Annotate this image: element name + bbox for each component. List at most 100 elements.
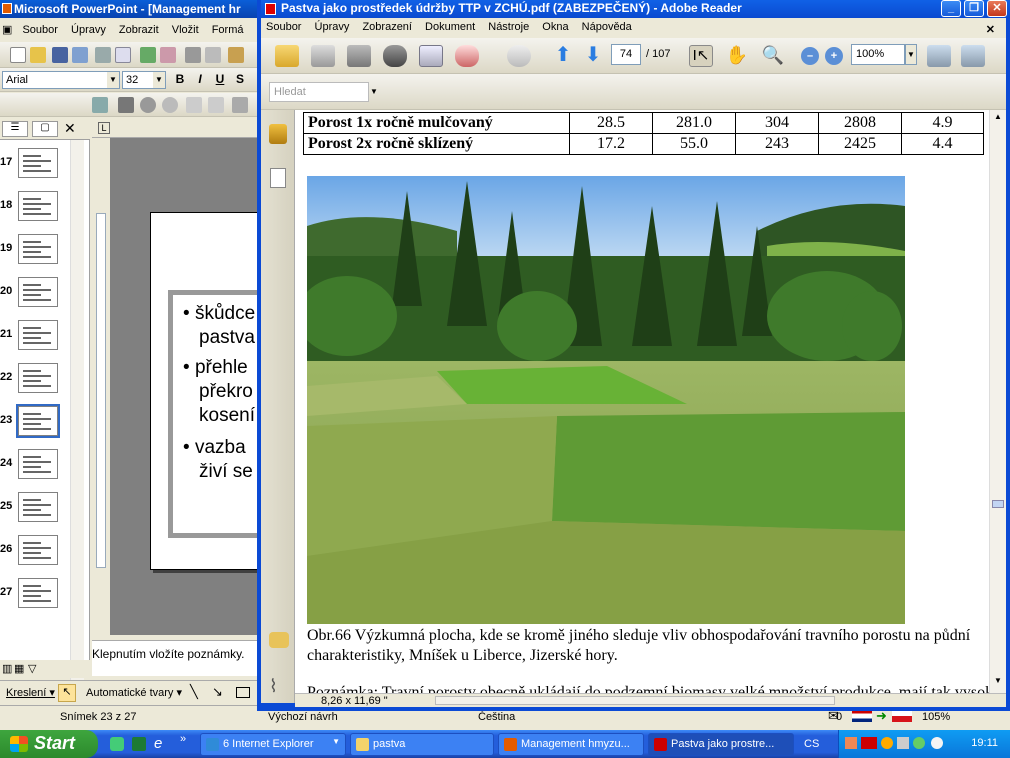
print-icon[interactable] bbox=[311, 45, 335, 67]
hand-tool-icon[interactable]: ✋ bbox=[725, 45, 749, 67]
chevron-down-icon[interactable]: ▼ bbox=[370, 82, 380, 102]
outline-tab[interactable]: ☰ bbox=[2, 121, 28, 137]
notes-pane[interactable]: Klepnutím vložíte poznámky. bbox=[92, 640, 262, 676]
bold-button[interactable]: B bbox=[172, 72, 188, 88]
attach-icon[interactable] bbox=[507, 45, 531, 67]
open-folder-icon[interactable] bbox=[30, 47, 46, 63]
rectangle-icon[interactable] bbox=[236, 687, 250, 698]
spelling-icon[interactable] bbox=[140, 47, 156, 63]
slide-thumbnail[interactable]: 20 bbox=[0, 277, 78, 317]
brightness-icon[interactable] bbox=[162, 97, 178, 113]
print-icon[interactable] bbox=[95, 47, 111, 63]
pdf-document-view[interactable]: Porost 1x ročně mulčovaný 28.5 281.0 304… bbox=[295, 110, 989, 693]
quicklaunch-more-icon[interactable]: » bbox=[180, 733, 186, 745]
close-icon[interactable]: ✕ bbox=[981, 20, 1000, 36]
task-internet-explorer[interactable]: 6 Internet Explorer ▼ bbox=[200, 733, 346, 756]
zoom-select[interactable]: 100% bbox=[851, 44, 905, 65]
autoshapes-menu[interactable]: Automatické tvary ▾ bbox=[86, 686, 182, 699]
close-button[interactable]: ✕ bbox=[987, 0, 1007, 17]
ppt-menu-view[interactable]: Zobrazit bbox=[114, 20, 164, 36]
clock[interactable]: 19:11 bbox=[971, 737, 998, 749]
rotate-icon[interactable] bbox=[186, 97, 202, 113]
ppt-menu-file[interactable]: Soubor bbox=[17, 20, 62, 36]
cut-icon[interactable] bbox=[185, 47, 201, 63]
font-size-select[interactable]: 32 ▼ bbox=[122, 71, 166, 89]
powerpoint-title-bar[interactable]: Microsoft PowerPoint - [Management hr bbox=[0, 0, 262, 18]
quicklaunch-ie-icon[interactable]: e bbox=[154, 735, 162, 752]
reader-menu-window[interactable]: Okna bbox=[537, 18, 573, 33]
scroll-down-icon[interactable]: ▼ bbox=[992, 676, 1004, 690]
normal-view-icon[interactable]: ▥ bbox=[2, 662, 12, 675]
reader-menu-tools[interactable]: Nástroje bbox=[483, 18, 534, 33]
ppt-menu-insert[interactable]: Vložit bbox=[167, 20, 204, 36]
ppt-menu-format[interactable]: Formá bbox=[207, 20, 249, 36]
previous-page-button[interactable]: ⬆ bbox=[551, 45, 575, 67]
chevron-down-icon[interactable]: ▼ bbox=[905, 44, 917, 65]
task-folder-pastva[interactable]: pastva bbox=[350, 733, 494, 756]
scroll-up-icon[interactable]: ▲ bbox=[992, 112, 1004, 126]
next-page-button[interactable]: ⬇ bbox=[581, 45, 605, 67]
copy-icon[interactable] bbox=[205, 47, 221, 63]
czech-flag-icon[interactable] bbox=[892, 710, 912, 722]
sorter-view-icon[interactable]: ▦ bbox=[14, 662, 24, 675]
fit-page-icon[interactable] bbox=[927, 45, 951, 67]
zoom-out-button[interactable]: – bbox=[801, 47, 819, 65]
tab-stop-icon[interactable]: L bbox=[98, 122, 110, 134]
shadow-button[interactable]: S bbox=[232, 72, 248, 88]
italic-button[interactable]: I bbox=[192, 72, 208, 88]
fit-width-icon[interactable] bbox=[961, 45, 985, 67]
reader-menu-help[interactable]: Nápověda bbox=[577, 18, 637, 33]
slide-thumbnail[interactable]: 18 bbox=[0, 191, 78, 231]
open-folder-icon[interactable] bbox=[275, 45, 299, 67]
start-button[interactable]: Start bbox=[0, 730, 98, 758]
permission-icon[interactable] bbox=[72, 47, 88, 63]
vertical-ruler[interactable] bbox=[92, 138, 110, 635]
slide-thumbnail[interactable]: 19 bbox=[0, 234, 78, 274]
reader-menu-edit[interactable]: Úpravy bbox=[310, 18, 355, 33]
zoom-in-button[interactable]: + bbox=[825, 47, 843, 65]
reader-menu-document[interactable]: Dokument bbox=[420, 18, 480, 33]
scroll-thumb[interactable] bbox=[992, 500, 1004, 508]
close-icon[interactable]: ✕ bbox=[64, 120, 76, 137]
line-style-icon[interactable] bbox=[208, 97, 224, 113]
pages-icon[interactable] bbox=[270, 168, 286, 188]
sign-icon[interactable] bbox=[455, 45, 479, 67]
reader-title-bar[interactable]: Pastva jako prostředek údržby TTP v ZCHÚ… bbox=[261, 0, 1010, 18]
save-icon[interactable] bbox=[52, 47, 68, 63]
new-doc-icon[interactable] bbox=[10, 47, 26, 63]
reader-menu-file[interactable]: Soubor bbox=[261, 18, 306, 33]
minimize-button[interactable]: _ bbox=[941, 0, 961, 17]
uk-flag-icon[interactable] bbox=[852, 710, 872, 722]
ppt-doc-icon[interactable]: ▣ bbox=[0, 19, 14, 36]
email-icon[interactable] bbox=[419, 45, 443, 67]
slide-thumbnail[interactable]: 22 bbox=[0, 363, 78, 403]
format-picture-icon[interactable] bbox=[232, 97, 248, 113]
slide-thumbnail[interactable]: 21 bbox=[0, 320, 78, 360]
ppt-menu-edit[interactable]: Úpravy bbox=[66, 20, 111, 36]
lock-icon[interactable] bbox=[269, 124, 287, 144]
task-powerpoint[interactable]: Management hmyzu... bbox=[498, 733, 644, 756]
slide-text-placeholder[interactable]: • škůdce pastva • přehle překro kosení •… bbox=[168, 290, 262, 538]
comments-icon[interactable] bbox=[269, 632, 289, 648]
print-preview-icon[interactable] bbox=[115, 47, 131, 63]
select-tool-icon[interactable]: I↖ bbox=[689, 45, 713, 67]
document-scrollbar[interactable]: ▲ ▼ bbox=[989, 110, 1006, 693]
line-icon[interactable]: ╲ bbox=[190, 684, 198, 700]
quicklaunch-excel-icon[interactable] bbox=[132, 737, 146, 751]
tray-network-icon[interactable] bbox=[881, 737, 893, 749]
font-name-select[interactable]: Arial ▼ bbox=[2, 71, 120, 89]
save-icon[interactable] bbox=[347, 45, 371, 67]
slide-thumbnail[interactable]: 23 bbox=[0, 404, 78, 446]
underline-button[interactable]: U bbox=[212, 72, 228, 88]
tray-update-icon[interactable] bbox=[931, 737, 943, 749]
tray-ati-icon[interactable] bbox=[861, 737, 877, 749]
slideshow-icon[interactable]: ▽ bbox=[28, 662, 36, 675]
slide-thumbnail[interactable]: 24 bbox=[0, 449, 78, 489]
maximize-button[interactable]: ❐ bbox=[964, 0, 984, 17]
tray-speaker-icon[interactable] bbox=[897, 737, 909, 749]
slide-thumbnail[interactable]: 26 bbox=[0, 535, 78, 575]
status-zoom[interactable]: 105% bbox=[922, 711, 950, 723]
reader-menu-view[interactable]: Zobrazení bbox=[357, 18, 417, 33]
slides-tab[interactable]: ▢ bbox=[32, 121, 58, 137]
horizontal-ruler[interactable]: L bbox=[92, 118, 262, 138]
